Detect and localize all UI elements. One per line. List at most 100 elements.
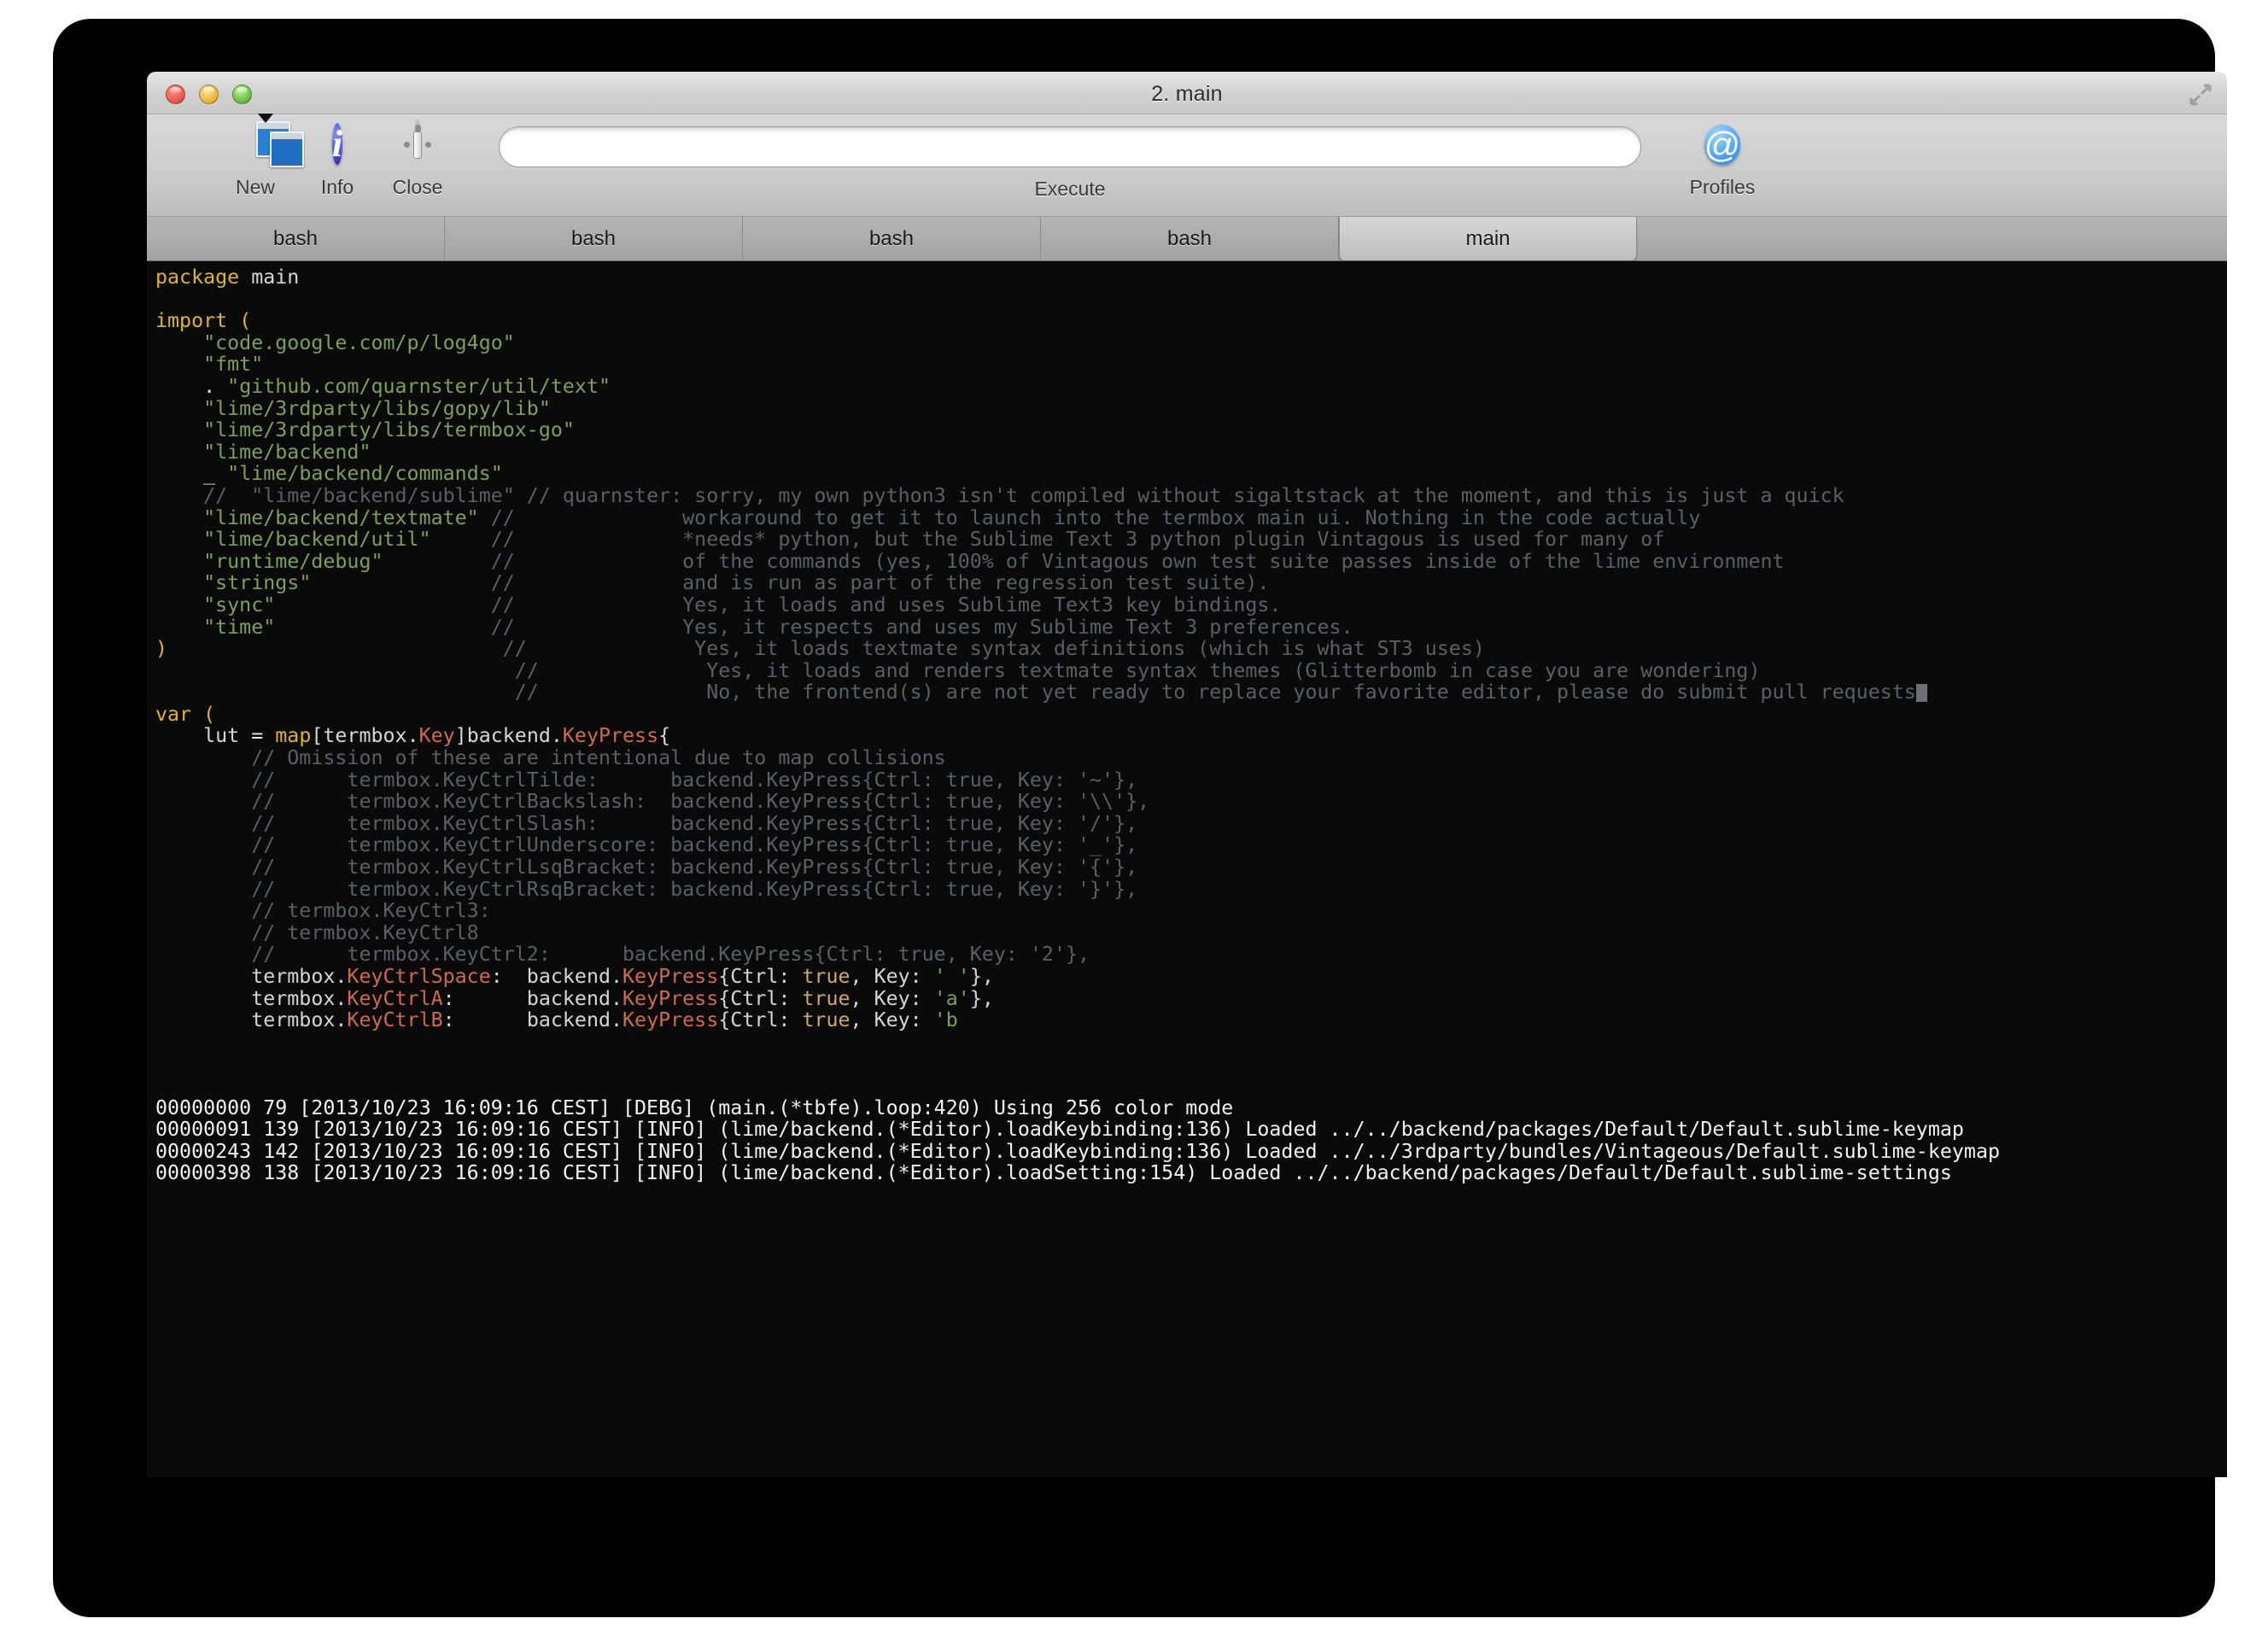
close-session-button[interactable]: Close (371, 120, 465, 199)
tab-bash-1[interactable]: bash (445, 217, 743, 260)
terminal-line: // Yes, it loads and renders textmate sy… (155, 658, 2227, 682)
code-token: KeyPress (623, 1008, 719, 1032)
new-button[interactable]: New (208, 114, 304, 199)
code-token: // termbox.KeyCtrl8 (155, 920, 479, 944)
terminal-line: "lime/backend" (155, 441, 2227, 464)
code-token: // termbox.KeyCtrl3: (155, 899, 491, 923)
window-title: 2. main (1151, 82, 1223, 106)
code-token: // termbox.KeyCtrlBackslash: backend.Key… (155, 790, 1150, 814)
code-token: var (155, 702, 204, 726)
terminal-line: "lime/3rdparty/libs/termbox-go" (155, 419, 2227, 441)
code-token: "fmt" (203, 353, 264, 377)
code-token: termbox. (155, 1008, 348, 1032)
log-line: 00000000 79 [2013/10/23 16:09:16 CEST] [… (155, 1096, 2227, 1119)
terminal-line: lut = map[termbox.Key]backend.KeyPress{ (155, 725, 2227, 747)
code-token: "strings" (203, 571, 312, 595)
terminal-line: // termbox.KeyCtrlLsqBracket: backend.Ke… (155, 856, 2227, 879)
tab-bash-0[interactable]: bash (147, 217, 445, 260)
terminal-line: "lime/backend/textmate" // workaround to… (155, 506, 2227, 529)
code-token: KeyCtrlB (347, 1008, 443, 1032)
code-token: "sync" (203, 593, 276, 616)
window-titlebar: 2. main (147, 72, 2227, 114)
terminal-line: . "github.com/quarnster/util/text" (155, 376, 2227, 398)
code-token: "lime/backend/commands" (227, 462, 503, 486)
terminal-line: "lime/backend/util" // *needs* python, b… (155, 529, 2227, 551)
terminal-line: termbox.KeyCtrlB: backend.KeyPress{Ctrl:… (155, 1009, 2227, 1031)
close-knob-icon (371, 120, 465, 174)
terminal-line: // termbox.KeyCtrlTilde: backend.KeyPres… (155, 768, 2227, 792)
log-text: 00000243 142 [2013/10/23 16:09:16 CEST] … (155, 1139, 2000, 1163)
terminal-line: // No, the frontend(s) are not yet ready… (155, 681, 2227, 704)
code-token: // and is run as part of the regression … (311, 571, 1270, 595)
terminal-line: // termbox.KeyCtrlBackslash: backend.Key… (155, 791, 2227, 813)
text-cursor (1915, 684, 1927, 703)
code-token: {Ctrl: (718, 1008, 803, 1032)
tab-label: bash (570, 226, 617, 250)
code-token: }, (969, 986, 994, 1010)
code-token: {Ctrl: (718, 965, 803, 988)
code-token: // Yes, it loads and renders textmate sy… (155, 658, 1761, 682)
code-token: KeyPress (562, 724, 659, 748)
code-token: lut (155, 724, 252, 748)
code-token: "time" (203, 615, 276, 639)
tab-label: bash (868, 226, 915, 250)
terminal-line: // termbox.KeyCtrlRsqBracket: backend.Ke… (155, 878, 2227, 901)
terminal-line: // termbox.KeyCtrl2: backend.KeyPress{Ct… (155, 944, 2227, 966)
code-token: // termbox.KeyCtrlLsqBracket: backend.Ke… (155, 856, 1138, 879)
terminal-line: // "lime/backend/sublime" // quarnster: … (155, 485, 2227, 507)
code-token: KeyPress (623, 986, 719, 1010)
code-token: KeyPress (623, 965, 719, 988)
tab-bash-3[interactable]: bash (1041, 217, 1339, 260)
new-window-icon (208, 114, 304, 174)
terminal-line: // termbox.KeyCtrlUnderscore: backend.Ke… (155, 834, 2227, 856)
code-token: termbox. (155, 965, 348, 988)
code-token: // *needs* python, but the Sublime Text … (430, 528, 1665, 552)
terminal-content[interactable]: package main import ( "code.google.com/p… (147, 261, 2227, 1477)
terminal-line: "strings" // and is run as part of the r… (155, 572, 2227, 594)
tab-label: main (1465, 226, 1511, 250)
code-token: true (802, 965, 850, 988)
code-token: }, (969, 965, 994, 988)
fullscreen-expand-icon[interactable] (2189, 84, 2212, 106)
terminal-line: termbox.KeyCtrlSpace: backend.KeyPress{C… (155, 966, 2227, 988)
code-token: true (802, 986, 850, 1010)
code-token: , Key: (850, 986, 934, 1010)
code-token: : backend. (490, 965, 623, 988)
code-token: "lime/3rdparty/libs/termbox-go" (203, 418, 575, 442)
code-token: // Yes, it respects and uses my Sublime … (275, 615, 1353, 639)
code-token: KeyCtrlA (347, 986, 443, 1010)
code-token: // termbox.KeyCtrlTilde: backend.KeyPres… (155, 768, 1138, 792)
code-token: "code.google.com/p/log4go" (203, 330, 515, 354)
execute-input[interactable] (499, 126, 1641, 167)
code-token: , Key: (850, 1008, 934, 1032)
terminal-line: "runtime/debug" // of the commands (yes,… (155, 550, 2227, 573)
terminal-window: 2. main New i Info Close Execute @ Profi… (147, 72, 2227, 1477)
code-token: [termbox. (311, 724, 419, 748)
terminal-line: _ "lime/backend/commands" (155, 463, 2227, 485)
profiles-button[interactable]: @ Profiles (1675, 121, 1769, 199)
tab-main-4[interactable]: main (1339, 217, 1637, 260)
code-token: "lime/backend/util" (203, 528, 431, 552)
code-token: : backend. (442, 1008, 623, 1032)
code-token: ' ' (933, 965, 970, 988)
code-token: 'a' (933, 986, 970, 1010)
code-token: import (155, 309, 240, 333)
tab-bash-2[interactable]: bash (743, 217, 1041, 260)
new-button-label: New (235, 176, 275, 198)
terminal-line: // termbox.KeyCtrl3: (155, 900, 2227, 922)
